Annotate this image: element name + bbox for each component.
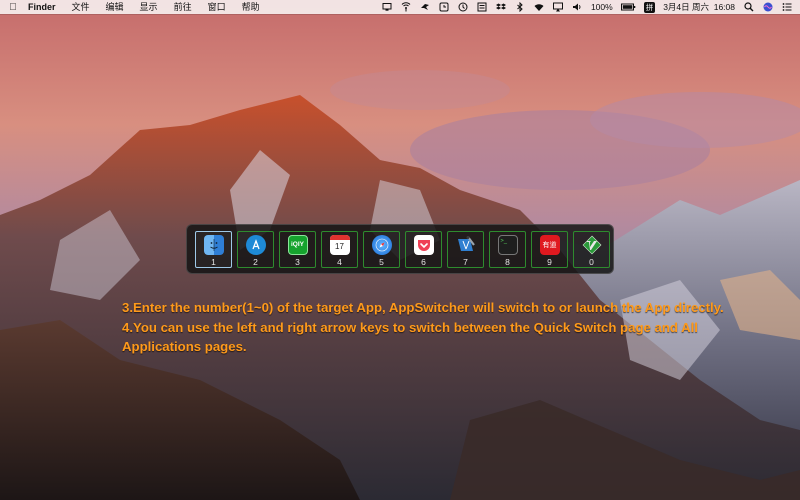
input-method-indicator[interactable]: 拼 [643,1,656,13]
dropbox-icon[interactable] [496,2,507,13]
battery-icon[interactable] [620,2,636,13]
wifi-broadcast-icon[interactable] [401,2,412,13]
menu-bar:  Finder 文件 编辑 显示 前往 窗口 帮助 [0,0,800,14]
slot-number: 6 [421,256,426,267]
slot-number: 9 [547,256,552,267]
safari-icon [371,234,392,255]
instructions-text: 3.Enter the number(1~0) of the target Ap… [122,298,762,357]
appstore-icon [245,234,266,255]
app-slot-7[interactable]: 7 [447,230,484,268]
menu-file[interactable]: 文件 [64,0,98,14]
apple-logo-icon[interactable]:  [0,2,26,13]
app-slot-1[interactable]: 1 [195,230,232,268]
app-slot-8[interactable]: >_ 8 [489,230,526,268]
app-slot-3[interactable]: iQIY 3 [279,230,316,268]
menu-bar-left:  Finder 文件 编辑 显示 前往 窗口 帮助 [0,0,268,14]
instruction-3: 3.Enter the number(1~0) of the target Ap… [122,300,724,315]
monitor-icon[interactable] [382,2,393,13]
menu-bar-status: 100% 拼 3月4日 周六 16:08 [382,0,792,14]
airplay-icon[interactable] [553,2,564,13]
xcode-icon [456,235,476,255]
quick-switch-panel: 1 2 iQIY 3 17 4 5 6 7 >_ 8 有道 9 0 [186,224,614,274]
siri-icon[interactable] [762,2,773,13]
screen-icon[interactable] [477,2,488,13]
app-slot-0[interactable]: 0 [573,230,610,268]
app-slot-5[interactable]: 5 [363,230,400,268]
app-slot-4[interactable]: 17 4 [321,230,358,268]
slot-number: 5 [379,256,384,267]
notification-list-icon[interactable] [781,2,792,13]
calendar-icon: 17 [329,234,350,255]
app-slot-9[interactable]: 有道 9 [531,230,568,268]
menu-edit[interactable]: 编辑 [98,0,132,14]
battery-percent[interactable]: 100% [591,2,613,12]
clock-icon[interactable] [439,2,450,13]
slot-number: 3 [295,256,300,267]
calendar-day: 17 [335,241,344,251]
instruction-4: 4.You can use the left and right arrow k… [122,319,698,355]
wifi-icon[interactable] [534,2,545,13]
vim-icon [582,235,602,255]
bird-icon[interactable] [420,2,431,13]
youdao-icon: 有道 [539,234,560,255]
menu-clock[interactable]: 3月4日 周六 16:08 [663,1,735,13]
menu-window[interactable]: 窗口 [200,0,234,14]
volume-icon[interactable] [572,2,583,13]
slot-number: 0 [589,256,594,267]
menu-go[interactable]: 前往 [166,0,200,14]
bluetooth-icon[interactable] [515,2,526,13]
iqiyi-icon: iQIY [287,234,308,255]
terminal-icon: >_ [497,234,518,255]
app-slot-6[interactable]: 6 [405,230,442,268]
slot-number: 2 [253,256,258,267]
timemachine-icon[interactable] [458,2,469,13]
menu-view[interactable]: 显示 [132,0,166,14]
menu-help[interactable]: 帮助 [234,0,268,14]
menu-finder[interactable]: Finder [26,0,64,14]
terminal-prompt: >_ [500,237,508,244]
search-icon[interactable] [743,2,754,13]
app-slot-2[interactable]: 2 [237,230,274,268]
pocket-icon [413,234,434,255]
slot-number: 4 [337,256,342,267]
slot-number: 7 [463,256,468,267]
finder-icon [203,234,224,255]
slot-number: 1 [211,256,216,267]
slot-number: 8 [505,256,510,267]
